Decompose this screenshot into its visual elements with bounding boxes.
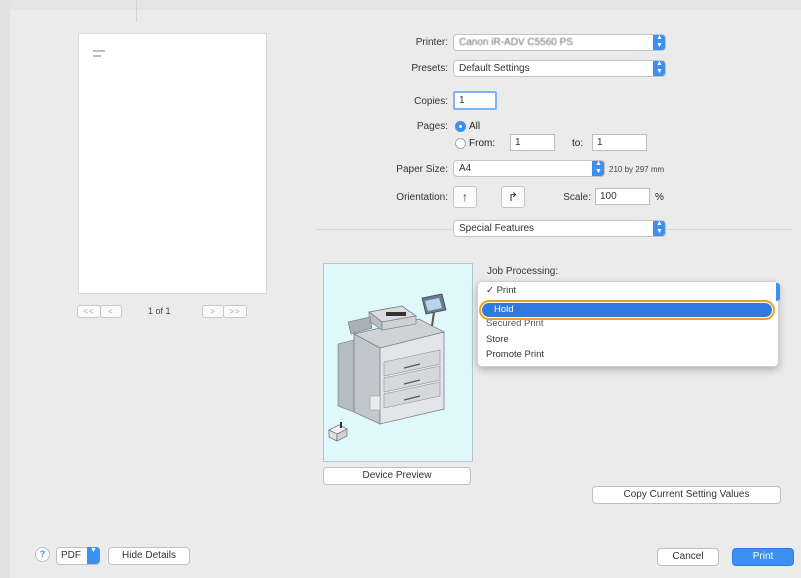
- pages-label: Pages:: [416, 121, 448, 132]
- presets-label: Presets:: [411, 63, 448, 74]
- copies-label: Copies:: [414, 96, 448, 107]
- pdf-button[interactable]: PDF ▼: [56, 547, 100, 565]
- section-popup-value: Special Features: [459, 223, 535, 234]
- device-preview-button[interactable]: Device Preview: [323, 467, 471, 485]
- updown-chevron-icon: ▲ ▼: [653, 221, 665, 236]
- pages-from-label: From:: [469, 138, 496, 149]
- menu-item-promote-print[interactable]: Promote Print: [486, 349, 544, 361]
- preview-text-line: [93, 55, 101, 57]
- landscape-button[interactable]: ↱: [501, 186, 525, 208]
- paper-dimensions: 210 by 297 mm: [609, 165, 665, 174]
- updown-chevron-icon: ▲ ▼: [653, 35, 665, 50]
- device-preview-panel: [323, 263, 473, 462]
- paper-size-value: A4: [459, 163, 472, 174]
- menu-item-print[interactable]: ✓ Print: [486, 285, 516, 297]
- scale-unit: %: [655, 192, 664, 203]
- section-popup[interactable]: Special Features ▲ ▼: [453, 220, 666, 237]
- presets-value: Default Settings: [459, 63, 530, 74]
- presets-popup[interactable]: Default Settings ▲ ▼: [453, 60, 666, 77]
- landscape-icon: ↱: [507, 190, 519, 204]
- portrait-icon: ↑: [462, 190, 468, 204]
- chevron-down-icon: ▼: [87, 547, 100, 564]
- pages-from-input[interactable]: 1: [510, 134, 555, 151]
- divider: [136, 0, 137, 22]
- orientation-label: Orientation:: [396, 192, 448, 203]
- printer-label: Printer:: [415, 37, 448, 48]
- next-page-button[interactable]: >: [202, 305, 224, 318]
- prev-page-button[interactable]: <: [100, 305, 122, 318]
- preview-text-line: [93, 50, 105, 52]
- title-strip: [0, 0, 801, 10]
- popup-edge: [776, 283, 780, 301]
- copy-current-setting-values-button[interactable]: Copy Current Setting Values: [592, 486, 781, 504]
- job-processing-label: Job Processing:: [487, 266, 559, 277]
- pages-range-radio[interactable]: [455, 138, 466, 149]
- pages-all-radio[interactable]: [455, 121, 466, 132]
- pages-all-label: All: [469, 121, 481, 132]
- paper-stack-icon: [328, 422, 348, 442]
- job-processing-menu: ✓ Print Secured Print Store Promote Prin…: [477, 281, 779, 367]
- page-indicator: 1 of 1: [148, 306, 171, 316]
- highlight-ring: [479, 300, 775, 320]
- portrait-button[interactable]: ↑: [453, 186, 477, 208]
- page-preview: [78, 33, 267, 294]
- menu-item-store[interactable]: Store: [486, 334, 509, 346]
- scale-input[interactable]: 100: [595, 188, 650, 205]
- updown-chevron-icon: ▲ ▼: [592, 161, 604, 176]
- pages-to-label: to:: [572, 138, 584, 149]
- paper-size-label: Paper Size:: [396, 164, 448, 175]
- printer-value: Canon iR-ADV C5560 PS: [459, 37, 573, 48]
- print-button[interactable]: Print: [732, 548, 794, 566]
- hide-details-button[interactable]: Hide Details: [108, 547, 190, 565]
- help-icon[interactable]: ?: [35, 547, 50, 562]
- pages-to-input[interactable]: 1: [592, 134, 647, 151]
- scale-label: Scale:: [563, 192, 591, 203]
- pdf-label: PDF: [61, 550, 81, 561]
- last-page-button[interactable]: >>: [223, 305, 247, 318]
- updown-chevron-icon: ▲ ▼: [653, 61, 665, 76]
- copies-input[interactable]: 1: [453, 91, 497, 110]
- first-page-button[interactable]: <<: [77, 305, 101, 318]
- printer-popup[interactable]: Canon iR-ADV C5560 PS ▲ ▼: [453, 34, 666, 51]
- paper-size-popup[interactable]: A4 ▲ ▼: [453, 160, 605, 177]
- cancel-button[interactable]: Cancel: [657, 548, 719, 566]
- left-edge: [0, 0, 10, 578]
